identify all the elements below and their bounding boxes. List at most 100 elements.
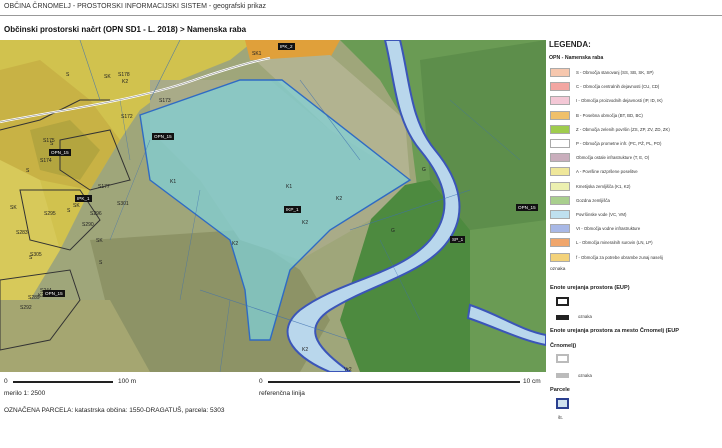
legend-eup-oznaka: oznaka [578, 314, 592, 319]
map-eup-tag[interactable]: OPN_15 [43, 290, 65, 297]
legend-swatch [550, 110, 570, 120]
reference-line-end: 10 cm [523, 378, 541, 385]
legend-item: I - Območja proizvodnih dejavnosti (IP, … [550, 96, 663, 106]
map-zone-label: G [422, 167, 426, 173]
legend-eup-crnomelj-title-2: Črnomelj) [550, 343, 577, 349]
legend-swatch [550, 167, 570, 177]
map-zone-label: S [26, 168, 30, 174]
map-zone-label: K2 [302, 220, 309, 226]
map-zone-label: Vr2 [344, 367, 352, 372]
eup-boundary-symbol [556, 297, 569, 306]
legend-item-label: P - Območja prometne infr. (PC, PŽ, PL, … [576, 141, 662, 146]
map-zone-label: SK [104, 74, 111, 80]
legend-item-label: C - Območja centralnih dejavnosti (CU, C… [576, 84, 660, 90]
eup-crnomelj-label-symbol [556, 373, 569, 378]
map-zone-label: SK [10, 205, 17, 211]
legend-swatch [550, 252, 570, 262]
legend-item-label: A - Površine razpršene poselitve [576, 169, 638, 175]
map-zone-label: S173 [159, 98, 171, 104]
legend-item-label: L - Območja mineralnih surovin (LN, LP) [576, 240, 653, 246]
legend-panel: LEGENDA: OPN - Namenska raba S - Območja… [549, 40, 719, 448]
legend-item: VI - Območja vodne infrastrukture [550, 224, 641, 234]
map-eup-tag[interactable]: SP_1 [450, 236, 466, 243]
legend-item: L - Območja mineralnih surovin (LN, LP) [550, 238, 653, 248]
map-zone-label: K2 [122, 79, 129, 85]
selected-parcel-info: OZNAČENA PARCELA: katastrska občina: 155… [4, 407, 225, 414]
legend-item-label: Kmetijska zemljišča (K1, K2) [576, 183, 631, 189]
map-zone-label: K2 [302, 347, 309, 353]
legend-swatch [550, 238, 570, 248]
scale-bar-end: 100 m [118, 378, 137, 385]
legend-item-label: Z - Območja zelenih površin (ZS, ZP, ZV,… [576, 126, 670, 132]
legend-swatch [550, 224, 570, 234]
legend-item-label: f - Območja za potrebe obrambe zunaj nas… [576, 254, 663, 260]
map-zone-label: S178 [118, 72, 130, 78]
map-view[interactable]: K1 K1 K2 K2 K2 K2 K2 K2 S S S S S S SK SK SK SK SK1 S178 S17… [0, 40, 546, 372]
map-zone-label: SK [96, 238, 103, 244]
map-canvas [0, 40, 546, 372]
legend-parcele-label: št. [558, 416, 564, 421]
legend-item: Območja ostale infrastrukture (T, E, O) [550, 153, 649, 163]
legend-item: S - Območja stanovanj (SS, SB, SK, SP) [550, 68, 654, 77]
reference-line-start: 0 [259, 378, 263, 385]
map-zone-label: S [99, 260, 103, 266]
map-zone-label: S292 [20, 305, 32, 311]
legend-item-label: Gozdna zemljišča [576, 197, 610, 203]
map-eup-tag[interactable]: OPN_15 [152, 133, 174, 140]
map-zone-label: K2 [232, 241, 239, 247]
map-zone-label: G [391, 228, 395, 234]
scale-bar-line [13, 381, 113, 383]
legend-swatch [550, 210, 570, 219]
legend-item: f - Območja za potrebe obrambe zunaj nas… [550, 252, 663, 262]
legend-swatch [550, 195, 570, 205]
map-zone-label: S283 [16, 230, 28, 236]
legend-title: LEGENDA: [549, 40, 591, 49]
legend-item: Z - Območja zelenih površin (ZS, ZP, ZV,… [550, 124, 670, 134]
map-zone-label: S290 [82, 222, 94, 228]
map-zone-label: K1 [286, 184, 293, 190]
legend-swatch [550, 96, 570, 106]
legend-swatch [550, 82, 570, 92]
legend-swatch [550, 181, 570, 191]
page-header: OBČINA ČRNOMELJ - PROSTORSKI INFORMACIJS… [4, 3, 267, 10]
legend-item-label: B - Posebna območja (BT, BD, BC) [576, 112, 643, 118]
legend-item: Gozdna zemljišča [550, 195, 610, 205]
map-eup-tag[interactable]: OPN_15 [49, 149, 71, 156]
scale-caption: merilo 1: 2500 [4, 390, 46, 397]
map-zone-label: S172 [121, 114, 133, 120]
map-eup-tag[interactable]: IPK_1 [75, 195, 92, 202]
map-zone-label: S289 [28, 295, 40, 301]
legend-item: A - Površine razpršene poselitve [550, 167, 638, 177]
legend-eup-crnomelj-title-1: Enote urejanja prostora za mesto Črnomel… [550, 328, 679, 334]
legend-parcele-title: Parcele [550, 387, 570, 393]
map-eup-tag[interactable]: IPK_2 [278, 43, 295, 50]
map-zone-label: S174 [40, 158, 52, 164]
legend-swatch [550, 68, 570, 77]
map-zone-label: S177 [98, 184, 110, 190]
page-title: Občinski prostorski načrt (OPN SD1 - L. … [4, 25, 247, 34]
eup-label-symbol [556, 315, 569, 320]
map-zone-label: S301 [117, 201, 129, 207]
legend-eup-crnomelj-oznaka: oznaka [578, 373, 592, 378]
legend-item: Kmetijska zemljišča (K1, K2) [550, 181, 631, 191]
legend-item-label: I - Območja proizvodnih dejavnosti (IP, … [576, 98, 663, 104]
header-divider [0, 15, 722, 16]
legend-eup-title: Enote urejanja prostora (EUP) [550, 285, 630, 291]
legend-item-label: S - Območja stanovanj (SS, SB, SK, SP) [576, 70, 654, 75]
parcel-symbol [556, 398, 569, 409]
map-eup-tag[interactable]: IKP_1 [284, 206, 301, 213]
legend-item: Površinske vode (VC, VM) [550, 210, 626, 219]
map-zone-label: S175 [43, 138, 55, 144]
legend-subtitle: OPN - Namenska raba [549, 55, 604, 61]
legend-swatch [550, 153, 570, 163]
reference-line-bar [268, 381, 520, 383]
legend-item-label: VI - Območja vodne infrastrukture [576, 226, 641, 232]
map-zone-label: S305 [30, 252, 42, 258]
legend-swatch [550, 139, 570, 148]
map-eup-tag[interactable]: OPN_15 [516, 204, 538, 211]
legend-item: B - Posebna območja (BT, BD, BC) [550, 110, 643, 120]
scale-bar-start: 0 [4, 378, 8, 385]
map-zone-label: SK [73, 203, 80, 209]
legend-item-label: Površinske vode (VC, VM) [576, 212, 627, 217]
legend-item: C - Območja centralnih dejavnosti (CU, C… [550, 82, 660, 92]
